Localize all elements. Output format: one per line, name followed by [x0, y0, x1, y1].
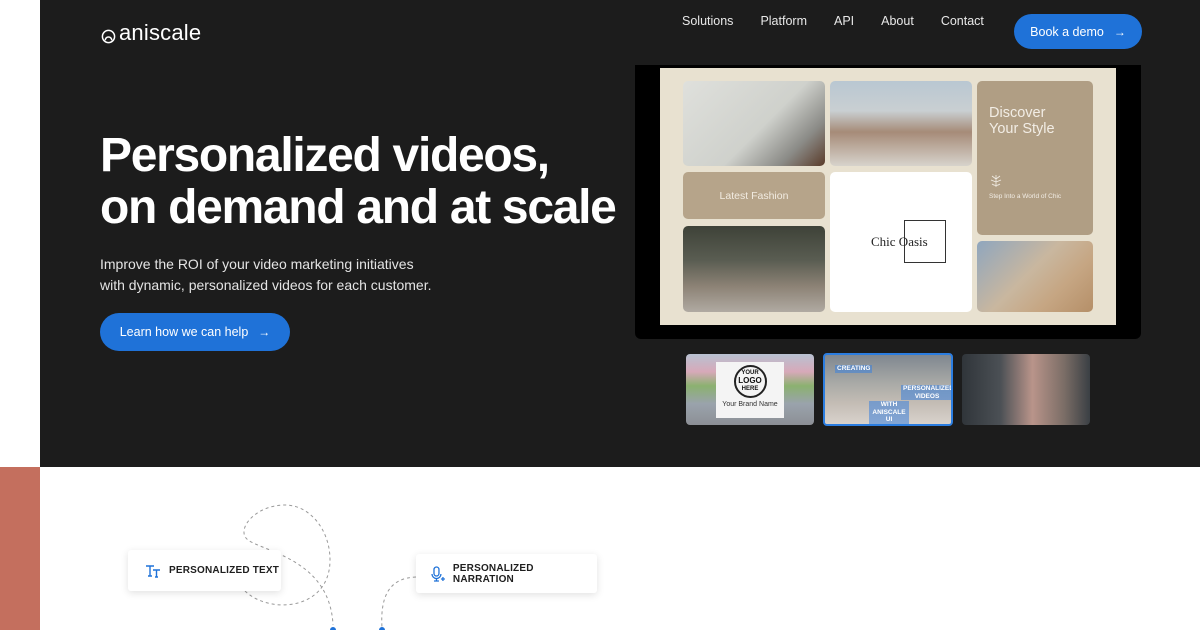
watches-image [683, 81, 825, 166]
discover-title: Discover Your Style [989, 105, 1055, 137]
subtext-line-2: with dynamic, personalized videos for ea… [100, 276, 432, 293]
left-accent-block [0, 467, 40, 630]
logo-placeholder: YOUR LOGO HERE [733, 365, 767, 398]
left-white-strip [0, 0, 40, 467]
nav-item-api[interactable]: API [834, 14, 854, 28]
page: aniscale Solutions Platform API About Co… [0, 0, 1200, 630]
learn-more-button[interactable]: Learn how we can help → [100, 313, 290, 351]
chic-oasis-tile: Chic Oasis [830, 172, 972, 312]
nav-item-solutions[interactable]: Solutions [682, 14, 733, 28]
caption-creating: CREATING [835, 365, 873, 373]
nav-item-contact[interactable]: Contact [941, 14, 984, 28]
main-nav: Solutions Platform API About Contact [668, 14, 1011, 28]
latest-fashion-label: Latest Fashion [719, 189, 789, 202]
aniscale-logo-icon [101, 29, 116, 43]
feature-card-personalized-text: PERSONALIZED TEXT [128, 550, 281, 591]
headline-line-1: Personalized videos, [100, 129, 550, 182]
features-section [40, 467, 1200, 630]
brand-name: aniscale [119, 20, 202, 45]
feature-label: PERSONALIZED TEXT [169, 565, 280, 576]
hero-headline: Personalized videos, on demand and at sc… [100, 129, 617, 234]
brand-name-placeholder: Your Brand Name [722, 401, 778, 408]
feature-card-personalized-narration: PERSONALIZED NARRATION [416, 554, 597, 593]
discover-title-line-1: Discover [989, 105, 1046, 121]
arrow-right-icon: → [258, 325, 271, 339]
learn-more-label: Learn how we can help [119, 325, 249, 339]
street-walk-image [683, 226, 825, 312]
caption-personalized-videos: PERSONALIZED VIDEOS [901, 385, 953, 400]
caption-with-aniscale: WITH ANISCALE UI [869, 401, 909, 424]
arrow-right-icon: → [1113, 24, 1126, 39]
book-demo-button[interactable]: Book a demo → [1014, 14, 1142, 49]
logo-text-logo: LOGO [738, 376, 762, 385]
text-size-icon [146, 564, 160, 578]
clothes-flatlay-image [977, 241, 1093, 312]
thumbnail-creating-video[interactable]: CREATING PERSONALIZED VIDEOS WITH ANISCA… [823, 353, 953, 426]
subtext-line-1: Improve the ROI of your video marketing … [100, 256, 414, 272]
discover-style-tile: Discover Your Style Step Into a World of… [977, 81, 1093, 235]
nav-item-about[interactable]: About [881, 14, 914, 28]
logo-text-here: HERE [741, 386, 759, 392]
microphone-plus-icon [431, 565, 445, 582]
friends-selfie-image [830, 81, 972, 166]
nav-item-platform[interactable]: Platform [760, 14, 807, 28]
latest-fashion-tile: Latest Fashion [683, 172, 825, 219]
leaf-emblem-icon [990, 175, 1002, 187]
book-demo-label: Book a demo [1030, 24, 1104, 39]
brand-logo[interactable]: aniscale [101, 20, 201, 46]
discover-subtitle: Step Into a World of Chic [989, 193, 1062, 200]
discover-title-line-2: Your Style [989, 121, 1055, 137]
thumbnail-woman-video[interactable] [962, 354, 1090, 425]
headline-line-2: on demand and at scale [100, 181, 617, 234]
hero-subtext: Improve the ROI of your video marketing … [100, 254, 432, 295]
thumbnail-logo-video[interactable]: YOUR LOGO HERE Your Brand Name [686, 354, 814, 425]
chic-oasis-label: Chic Oasis [871, 234, 928, 249]
logo-placeholder-card: YOUR LOGO HERE Your Brand Name [716, 362, 784, 418]
feature-label: PERSONALIZED NARRATION [452, 562, 534, 585]
